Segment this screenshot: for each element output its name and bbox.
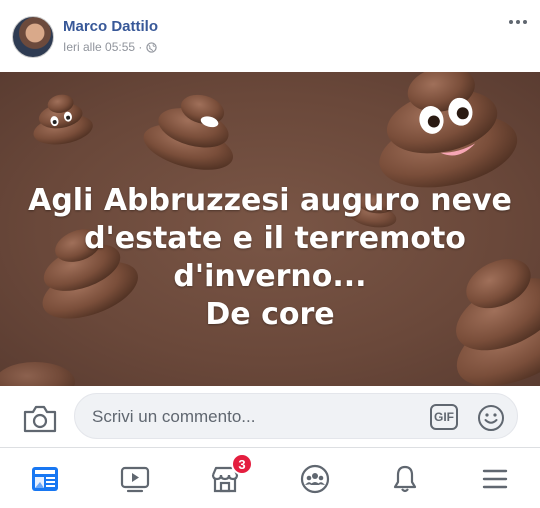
post-meta: Ieri alle 05:55 · [63,40,158,54]
comment-placeholder: Scrivi un commento... [92,407,256,426]
menu-icon [482,469,508,488]
nav-news-feed[interactable] [0,449,90,508]
caption-line: Agli Abbruzzesi auguro neve [28,183,512,218]
caption-line: De core [205,297,335,332]
groups-icon [300,464,330,493]
dot-icon [523,20,527,24]
caption-line: d'inverno... [173,259,367,294]
bottom-nav: 3 [0,449,540,508]
author-name[interactable]: Marco Dattilo [63,18,158,35]
emoji-icon[interactable] [476,403,506,433]
watch-icon [120,466,150,492]
post-timestamp[interactable]: Ieri alle 05:55 · [63,40,142,54]
comment-input[interactable]: Scrivi un commento... GIF [74,393,518,439]
avatar[interactable] [12,16,54,58]
notifications-icon [393,465,417,492]
news-feed-icon [32,466,58,491]
notification-badge: 3 [231,453,253,475]
nav-watch[interactable] [90,449,180,508]
comment-bar: Scrivi un commento... GIF [0,386,540,448]
nav-marketplace[interactable]: 3 [180,449,270,508]
post-header: Marco Dattilo Ieri alle 05:55 · [0,0,540,72]
nav-groups[interactable] [270,449,360,508]
camera-icon[interactable] [22,404,58,434]
image-caption: Agli Abbruzzesi auguro neve d'estate e i… [0,182,540,334]
more-options-button[interactable] [506,12,530,32]
nav-notifications[interactable] [360,449,450,508]
gif-button[interactable]: GIF [430,404,458,430]
globe-icon [146,41,158,53]
dot-icon [509,20,513,24]
caption-line: d'estate e il terremoto [84,221,466,256]
post-image[interactable]: Agli Abbruzzesi auguro neve d'estate e i… [0,72,540,386]
dot-icon [516,20,520,24]
nav-menu[interactable] [450,449,540,508]
